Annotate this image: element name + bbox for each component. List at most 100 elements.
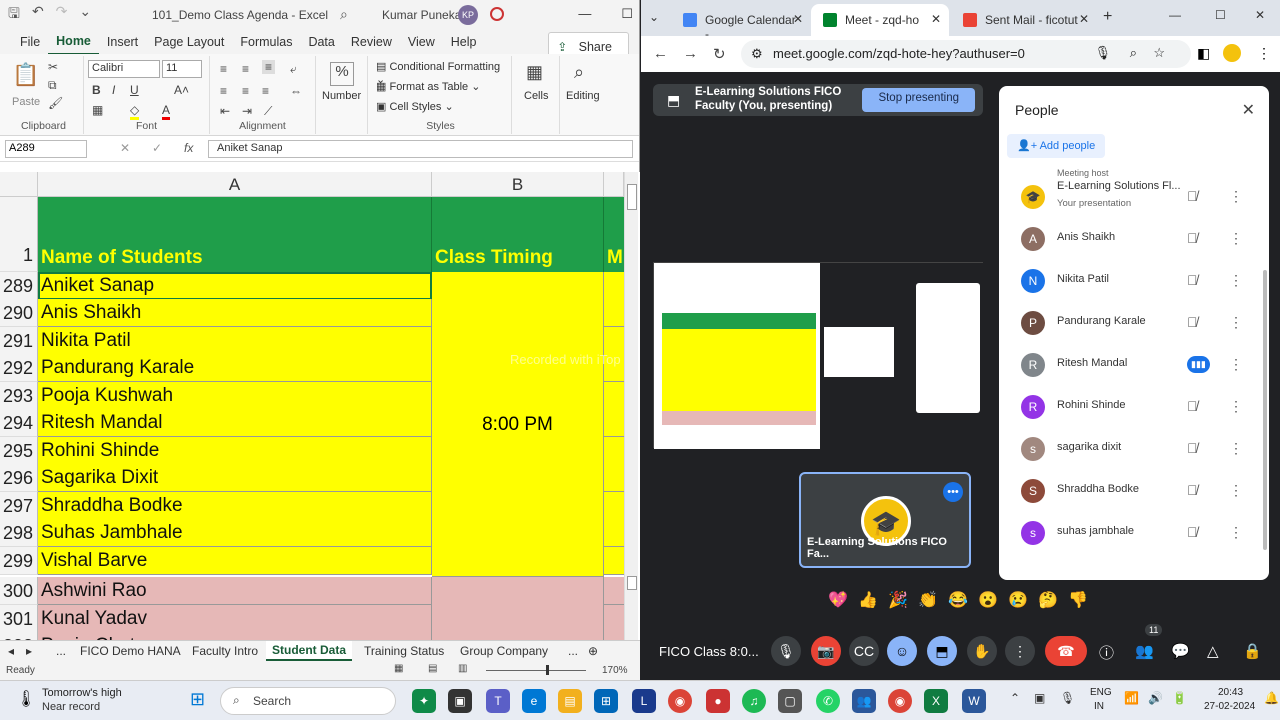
function-icon[interactable]: fx bbox=[184, 141, 193, 155]
column-header-b[interactable]: B bbox=[432, 172, 604, 197]
notifications-icon[interactable]: 🔔 bbox=[1264, 691, 1279, 705]
raise-hand-button[interactable]: ✋ bbox=[967, 636, 997, 666]
restore-icon[interactable]: ☐ bbox=[621, 6, 633, 22]
select-all-corner[interactable] bbox=[0, 172, 38, 197]
student-name-cell[interactable]: Rohini Shinde bbox=[38, 437, 432, 465]
row-number[interactable]: 300 bbox=[0, 577, 38, 605]
header-cell-c[interactable]: M bbox=[604, 197, 624, 272]
align-bottom-icon[interactable]: ≡ bbox=[262, 60, 276, 74]
more-options-button[interactable]: ⋮ bbox=[1005, 636, 1035, 666]
more-options-icon[interactable]: ⋮ bbox=[1229, 482, 1243, 499]
student-name-cell[interactable]: Sagarika Dixit bbox=[38, 464, 432, 492]
whatsapp-icon[interactable]: ✆ bbox=[816, 689, 840, 713]
excel-icon[interactable]: X bbox=[924, 689, 948, 713]
taskbar-search[interactable]: ⌕ Search bbox=[220, 687, 396, 715]
column-c-cell[interactable] bbox=[604, 382, 624, 410]
mic-off-icon[interactable]: 🎙̸ bbox=[1187, 482, 1198, 498]
reaction-emoji[interactable]: 🤔 bbox=[1036, 590, 1060, 620]
mic-button[interactable]: 🎙 bbox=[771, 636, 801, 666]
student-name-cell[interactable]: Anis Shaikh bbox=[38, 299, 432, 327]
cell-styles-button[interactable]: ▣ Cell Styles ⌄ bbox=[376, 100, 454, 113]
formula-input[interactable]: Aniket Sanap bbox=[208, 140, 633, 158]
align-left-icon[interactable]: ≡ bbox=[220, 84, 227, 98]
chat-icon[interactable]: 💬 bbox=[1171, 642, 1190, 660]
reaction-emoji[interactable]: 😢 bbox=[1006, 590, 1030, 620]
more-options-icon[interactable]: ⋮ bbox=[1229, 356, 1243, 373]
self-tile[interactable]: 🎓 ••• E-Learning Solutions FICO Fa... bbox=[799, 472, 971, 568]
wrap-text-icon[interactable]: ⤶ bbox=[290, 62, 297, 77]
activities-icon[interactable]: △ bbox=[1207, 642, 1219, 660]
sheet-tab-more-left[interactable]: ... bbox=[56, 644, 66, 658]
lang-line1[interactable]: ENG bbox=[1090, 687, 1112, 698]
reaction-emoji[interactable]: 💖 bbox=[826, 590, 850, 620]
close-panel-icon[interactable]: ✕ bbox=[1242, 100, 1255, 120]
format-painter-icon[interactable]: 🖌 bbox=[48, 96, 63, 110]
row-number[interactable]: 295 bbox=[0, 437, 38, 465]
site-info-icon[interactable]: ⚙ bbox=[751, 46, 763, 62]
number-label[interactable]: Number bbox=[322, 90, 361, 102]
more-options-icon[interactable]: ⋮ bbox=[1229, 188, 1243, 205]
store-icon[interactable]: ⊞ bbox=[594, 689, 618, 713]
column-c-cell[interactable] bbox=[604, 272, 624, 300]
page-layout-icon[interactable]: ▤ bbox=[428, 663, 437, 674]
add-sheet-icon[interactable]: ⊕ bbox=[588, 644, 598, 658]
info-icon[interactable]: ⓘ bbox=[1099, 642, 1114, 663]
participant-row[interactable]: s sagarika dixit 🎙̸ ⋮ bbox=[999, 428, 1269, 470]
copilot-icon[interactable]: ✦ bbox=[412, 689, 436, 713]
more-options-icon[interactable]: ⋮ bbox=[1229, 230, 1243, 247]
search-icon[interactable]: ⌕ bbox=[340, 6, 348, 23]
row-number[interactable]: 301 bbox=[0, 605, 38, 633]
mic-off-icon[interactable]: 🎙̸ bbox=[1187, 188, 1198, 204]
weather-icon[interactable]: 🌡 bbox=[16, 689, 36, 709]
speaking-icon[interactable]: ▮▮▮ bbox=[1187, 356, 1210, 373]
tab-search-icon[interactable]: ⌄ bbox=[649, 10, 659, 24]
forward-icon[interactable]: → bbox=[683, 45, 698, 62]
back-icon[interactable]: ← bbox=[653, 45, 668, 62]
paste-label[interactable]: Paste bbox=[12, 96, 40, 108]
recorder-icon[interactable]: ● bbox=[706, 689, 730, 713]
reaction-emoji[interactable]: 👍 bbox=[856, 590, 880, 620]
scroll-thumb[interactable] bbox=[627, 184, 637, 210]
row-number[interactable]: 292 bbox=[0, 354, 38, 382]
header-cell-b[interactable]: Class Timing bbox=[432, 197, 604, 272]
align-right-icon[interactable]: ≡ bbox=[262, 84, 269, 98]
file-explorer-icon[interactable]: ▤ bbox=[558, 689, 582, 713]
mic-off-icon[interactable]: 🎙̸ bbox=[1187, 314, 1198, 330]
row-number[interactable]: 293 bbox=[0, 382, 38, 410]
italic-icon[interactable]: I bbox=[112, 83, 115, 97]
participant-row[interactable]: s suhas jambhale 🎙̸ ⋮ bbox=[999, 512, 1269, 554]
column-c-cell[interactable] bbox=[604, 409, 624, 437]
font-grow-icon[interactable]: A˄ bbox=[174, 83, 189, 97]
tab-view[interactable]: View bbox=[400, 30, 443, 54]
row-number[interactable]: 298 bbox=[0, 519, 38, 547]
student-name-cell[interactable]: Vishal Barve bbox=[38, 547, 432, 575]
avatar[interactable]: KP bbox=[458, 5, 478, 25]
student-name-cell[interactable]: Aniket Sanap bbox=[38, 272, 432, 300]
student-name-cell[interactable]: Nikita Patil bbox=[38, 327, 432, 355]
weather-line2[interactable]: Near record bbox=[42, 701, 100, 713]
column-c-cell[interactable] bbox=[604, 519, 624, 547]
student-name-cell[interactable]: Shraddha Bodke bbox=[38, 492, 432, 520]
volume-icon[interactable]: 🔊 bbox=[1148, 691, 1163, 705]
normal-view-icon[interactable]: ▦ bbox=[394, 663, 403, 674]
app-icon[interactable]: ▢ bbox=[778, 689, 802, 713]
row-number[interactable]: 1 bbox=[0, 197, 38, 272]
teams-icon[interactable]: T bbox=[486, 689, 510, 713]
fill-color-icon[interactable]: ◇ bbox=[130, 103, 140, 120]
add-people-button[interactable]: 👤+ Add people bbox=[1007, 134, 1106, 158]
participant-row[interactable]: A Anis Shaikh 🎙̸ ⋮ bbox=[999, 218, 1269, 260]
battery-icon[interactable]: 🔋 bbox=[1172, 691, 1187, 705]
participant-row[interactable]: S Shraddha Bodke 🎙̸ ⋮ bbox=[999, 470, 1269, 512]
mic-off-icon[interactable]: 🎙̸ bbox=[1187, 398, 1198, 414]
wifi-icon[interactable]: 📶 bbox=[1124, 691, 1139, 705]
weather-line1[interactable]: Tomorrow's high bbox=[42, 687, 122, 699]
tab-google-calendar[interactable]: Google Calendar - ✕ bbox=[671, 4, 811, 41]
row-number[interactable]: 297 bbox=[0, 492, 38, 520]
student-name-cell[interactable]: Kunal Yadav bbox=[38, 605, 432, 633]
sheet-tab-group-company[interactable]: Group Company bbox=[460, 644, 548, 658]
cells-icon[interactable]: ▦ bbox=[526, 62, 543, 83]
student-name-cell[interactable]: Ashwini Rao bbox=[38, 577, 432, 605]
participant-row[interactable]: N Nikita Patil 🎙̸ ⋮ bbox=[999, 260, 1269, 302]
chrome-icon[interactable]: ◉ bbox=[668, 689, 692, 713]
more-options-icon[interactable]: ⋮ bbox=[1229, 314, 1243, 331]
